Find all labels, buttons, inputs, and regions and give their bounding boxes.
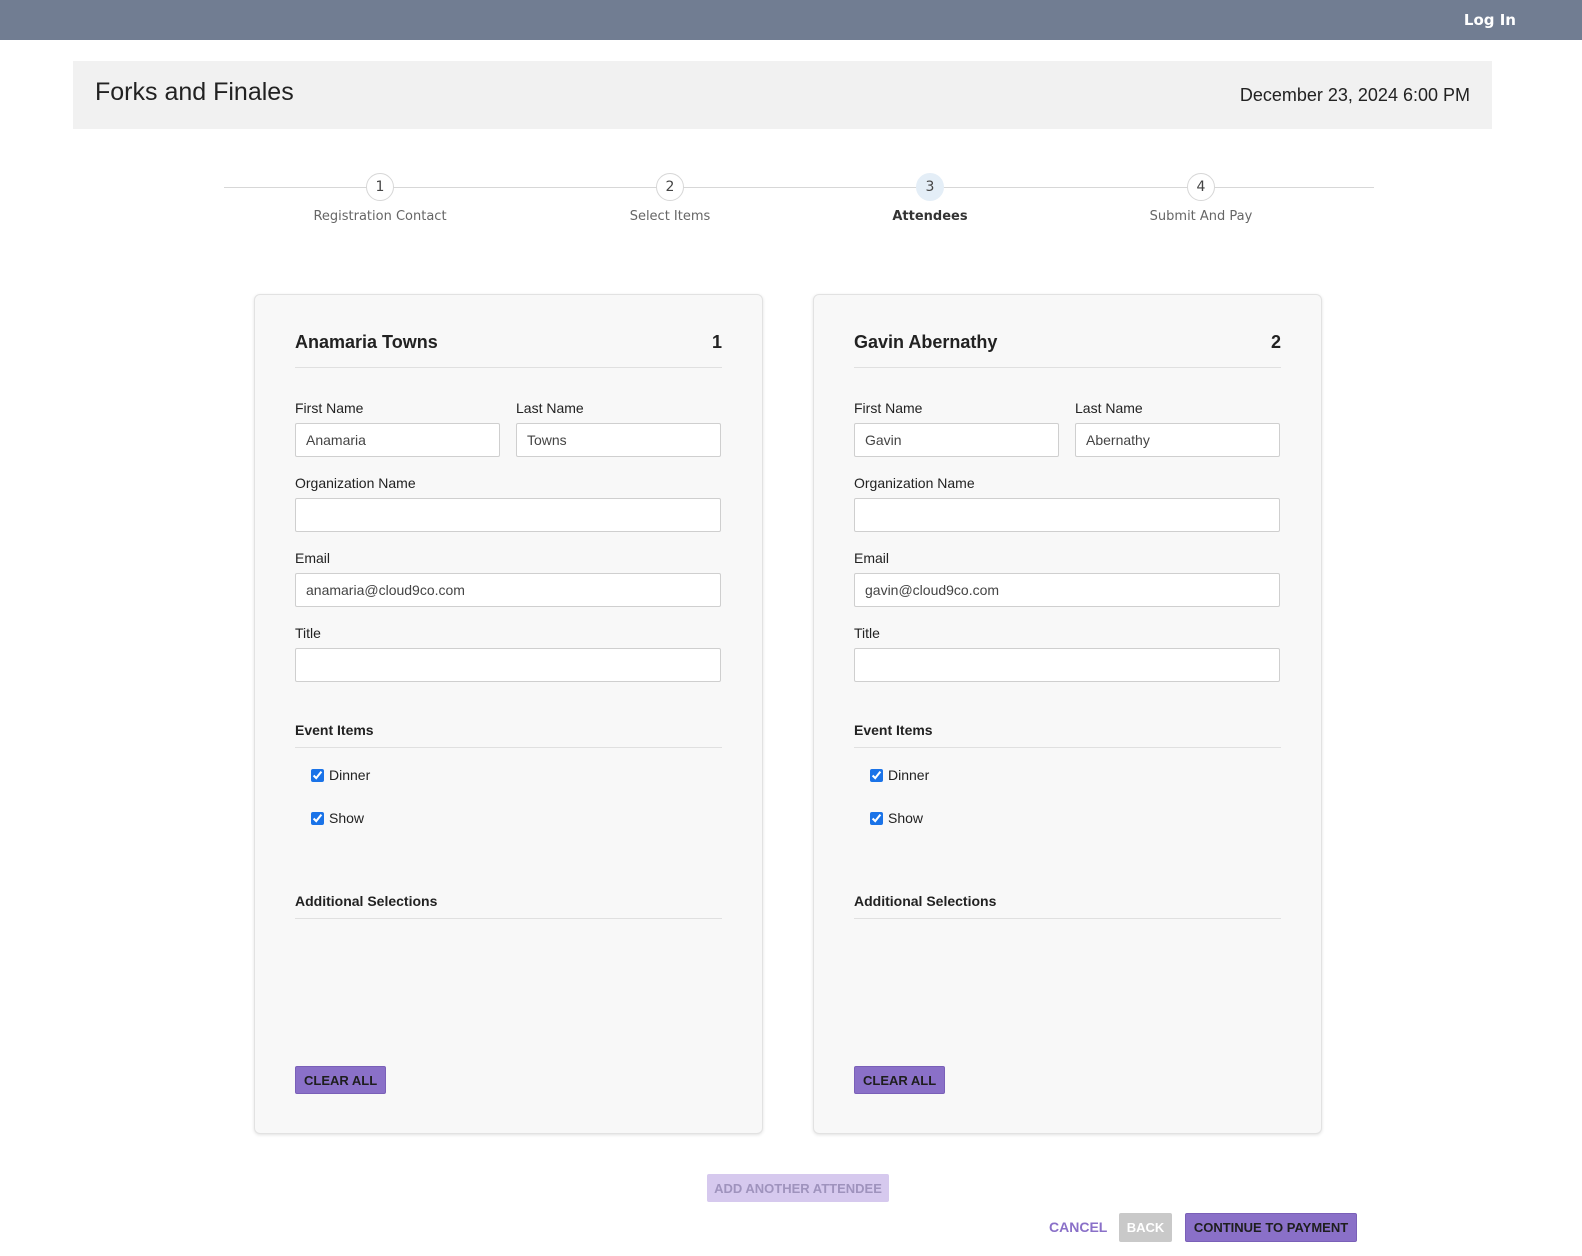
step-label: Submit And Pay <box>1149 209 1253 224</box>
item-label: Dinner <box>888 767 930 783</box>
event-header: Forks and Finales December 23, 2024 6:00… <box>73 61 1492 129</box>
item-dinner[interactable]: Dinner <box>870 767 929 783</box>
organization-label: Organization Name <box>854 475 975 491</box>
last-name-label: Last Name <box>1075 400 1143 416</box>
event-date: December 23, 2024 6:00 PM <box>1239 85 1470 105</box>
attendee-name: Gavin Abernathy <box>854 332 998 352</box>
first-name-label: First Name <box>295 400 364 416</box>
email-input[interactable] <box>854 573 1280 607</box>
step-number: 3 <box>916 173 944 201</box>
title-label: Title <box>854 625 880 641</box>
event-items-heading: Event Items <box>295 722 722 748</box>
step-submit-and-pay: 4 Submit And Pay <box>1101 172 1301 224</box>
last-name-label: Last Name <box>516 400 584 416</box>
item-show[interactable]: Show <box>870 810 923 826</box>
attendee-card-2: Gavin Abernathy 2 First Name Last Name O… <box>813 294 1322 1134</box>
attendee-name: Anamaria Towns <box>295 332 438 352</box>
clear-all-button[interactable]: CLEAR ALL <box>295 1066 387 1094</box>
item-label: Show <box>888 810 924 826</box>
organization-label: Organization Name <box>295 475 416 491</box>
attendee-card-1: Anamaria Towns 1 First Name Last Name Or… <box>254 294 763 1134</box>
step-number: 4 <box>1187 173 1215 201</box>
step-registration-contact: 1 Registration Contact <box>280 172 480 224</box>
organization-input[interactable] <box>295 498 721 532</box>
title-label: Title <box>295 625 321 641</box>
last-name-input[interactable] <box>516 423 721 457</box>
attendee-card-header: Anamaria Towns 1 <box>295 329 722 368</box>
step-number: 2 <box>656 173 684 201</box>
item-dinner[interactable]: Dinner <box>311 767 370 783</box>
item-label: Show <box>329 810 365 826</box>
email-label: Email <box>295 550 331 566</box>
additional-selections-heading: Additional Selections <box>295 893 722 919</box>
continue-to-payment-button[interactable]: CONTINUE TO PAYMENT <box>1185 1213 1357 1242</box>
email-label: Email <box>854 550 890 566</box>
title-input[interactable] <box>295 648 721 682</box>
step-attendees: 3 Attendees <box>830 172 1030 224</box>
step-label: Select Items <box>629 209 711 224</box>
first-name-label: First Name <box>854 400 923 416</box>
show-checkbox[interactable] <box>311 811 324 825</box>
organization-input[interactable] <box>854 498 1280 532</box>
attendee-number: 1 <box>711 332 722 352</box>
title-input[interactable] <box>854 648 1280 682</box>
progress-stepper: 1 Registration Contact 2 Select Items 3 … <box>224 172 1374 232</box>
first-name-input[interactable] <box>854 423 1059 457</box>
step-label: Attendees <box>892 209 968 224</box>
dinner-checkbox[interactable] <box>870 768 883 782</box>
add-another-attendee-button[interactable]: ADD ANOTHER ATTENDEE <box>707 1174 889 1202</box>
last-name-input[interactable] <box>1075 423 1280 457</box>
step-label: Registration Contact <box>313 209 447 224</box>
back-button[interactable]: BACK <box>1119 1213 1172 1242</box>
cancel-button[interactable]: CANCEL <box>1045 1213 1111 1241</box>
attendee-card-header: Gavin Abernathy 2 <box>854 329 1281 368</box>
event-title: Forks and Finales <box>95 78 294 106</box>
step-number: 1 <box>366 173 394 201</box>
show-checkbox[interactable] <box>870 811 883 825</box>
event-items-heading: Event Items <box>854 722 1281 748</box>
item-show[interactable]: Show <box>311 810 364 826</box>
step-select-items: 2 Select Items <box>570 172 770 224</box>
dinner-checkbox[interactable] <box>311 768 324 782</box>
item-label: Dinner <box>329 767 371 783</box>
clear-all-button[interactable]: CLEAR ALL <box>854 1066 946 1094</box>
attendee-number: 2 <box>1270 332 1281 352</box>
email-input[interactable] <box>295 573 721 607</box>
additional-selections-heading: Additional Selections <box>854 893 1281 919</box>
first-name-input[interactable] <box>295 423 500 457</box>
login-link[interactable]: Log In <box>1464 11 1516 29</box>
top-bar: Log In <box>0 0 1582 40</box>
